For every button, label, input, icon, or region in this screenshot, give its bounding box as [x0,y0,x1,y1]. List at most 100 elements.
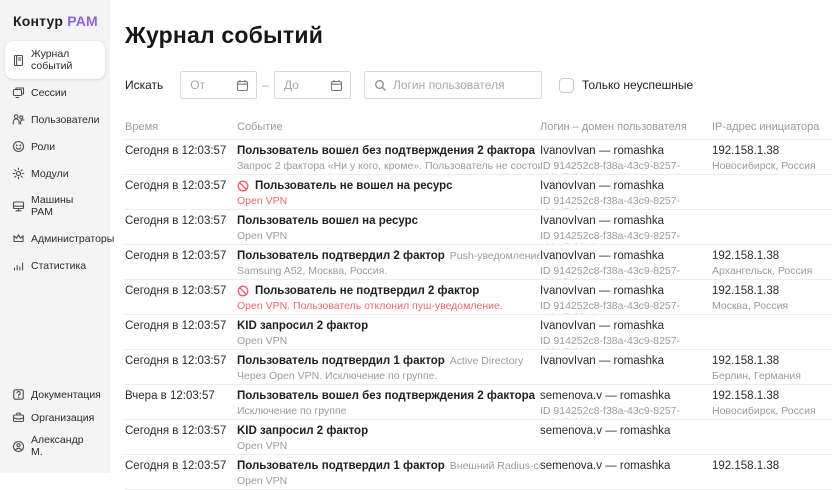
only-failed-label: Только неуспешные [582,78,693,92]
user-id: ID 914252c8-f38a-43c9-8257-3bbcff7fd5d8 [540,335,702,349]
date-from-input[interactable]: От [180,71,257,99]
sessions-icon [12,86,25,99]
table-row[interactable]: Сегодня в 12:03:57 Пользователь вошел на… [125,210,832,245]
sidebar-item-label: Статистика [31,260,86,272]
docs-icon [12,388,25,401]
event-time: Сегодня в 12:03:57 [125,425,227,437]
login-search-input[interactable] [393,78,548,92]
table-row[interactable]: Вчера в 12:03:57 Пользователь вошел без … [125,385,832,420]
event-title: Пользователь вошел без подтверждения 2 ф… [237,145,535,158]
failed-icon [237,285,249,297]
table-row[interactable]: Сегодня в 12:03:57 Пользователь подтверд… [125,350,832,385]
sidebar-item-roles[interactable]: Роли [5,133,105,160]
sidebar-footer-item-docs[interactable]: Документация [5,383,105,406]
table-row[interactable]: Сегодня в 12:03:57 Пользователь не подтв… [125,280,832,315]
calendar-icon[interactable] [236,79,249,92]
sidebar-item-stats[interactable]: Статистика [5,252,105,279]
initiator-location: Берлин, Германия [712,370,822,382]
sidebar-footer: Документация Организация Александр М. [0,383,110,473]
main-content: Журнал событий Искать От – До [110,0,840,473]
sidebar-item-label: Сессии [31,87,67,99]
table-header: Время Событие Логин – домен пользователя… [125,114,832,140]
date-range-separator: – [262,78,269,92]
initiator-ip: 192.158.1.38 [712,390,822,403]
sidebar-footer-item-organization[interactable]: Организация [5,406,105,429]
calendar-icon[interactable] [330,79,343,92]
sidebar-item-label: Модули [31,168,69,180]
event-title: Пользователь подтвердил 1 факторActive D… [237,355,523,368]
event-title-suffix: Active Directory [450,355,524,367]
event-title-suffix: Push-уведомление [450,250,540,262]
user-login-domain: IvanovIvan — romashka [540,180,702,193]
event-time: Сегодня в 12:03:57 [125,285,227,297]
search-label: Искать [125,78,163,92]
sidebar-item-users[interactable]: Пользователи [5,106,105,133]
user-login-domain: IvanovIvan — romashka [540,250,702,263]
sidebar-item-label: Организация [31,412,94,424]
table-row[interactable]: Сегодня в 12:03:57 Пользователь не вошел… [125,175,832,210]
table-row[interactable]: Сегодня в 12:03:57 KID запросил 2 фактор… [125,420,832,455]
user-id: ID 914252c8-f38a-43c9-8257-3bbcff7fd5d8 [540,300,702,314]
user-id: ID 914252c8-f38a-43c9-8257-3bbcff7fd5d8 [540,195,702,209]
sidebar-item-machines[interactable]: Машины PAM [5,187,105,225]
sidebar-item-label: Роли [31,141,55,153]
sidebar-footer-item-profile[interactable]: Александр М. [5,429,105,463]
event-details: Open VPN [237,195,530,207]
table-row[interactable]: Сегодня в 12:03:57 KID запросил 2 фактор… [125,315,832,350]
event-time: Сегодня в 12:03:57 [125,145,227,157]
sidebar-item-modules[interactable]: Модули [5,160,105,187]
user-id: ID 914252c8-f38a-43c9-8257-3bbcff7fd5d8 [540,160,702,174]
event-title: Пользователь вошел без подтверждения 2 ф… [237,390,535,403]
sidebar: Контур PAM Журнал событий Сессии Пользоват… [0,0,110,473]
table-row[interactable]: Сегодня в 12:03:57 Пользователь вошел бе… [125,140,832,175]
column-header-time: Время [125,121,237,133]
initiator-ip: 192.158.1.38 [712,285,822,298]
event-title-suffix: Внешний Radius-сервер [450,460,540,472]
user-login-domain: IvanovIvan — romashka [540,285,702,298]
brand-product: PAM [67,13,98,29]
organization-icon [12,411,25,424]
brand-name: Контур [13,13,63,29]
event-time: Вчера в 12:03:57 [125,390,227,402]
table-row[interactable]: Сегодня в 12:03:57 Пользователь подтверд… [125,245,832,280]
event-details: Запрос 2 фактора «Ни у кого, кроме». Пол… [237,160,530,172]
only-failed-checkbox[interactable] [559,78,574,93]
user-login-domain: semenova.v — romashka [540,390,702,403]
filters-bar: Искать От – До [125,71,832,99]
event-time: Сегодня в 12:03:57 [125,215,227,227]
login-search-field[interactable] [364,71,542,99]
admins-icon [12,232,25,245]
sidebar-item-admins[interactable]: Администраторы [5,225,105,252]
initiator-ip: 192.158.1.38 [712,250,822,263]
app-logo: Контур PAM [0,0,110,41]
event-details: Исключение по группе [237,405,530,417]
date-to-placeholder: До [284,78,330,92]
event-time: Сегодня в 12:03:57 [125,355,227,367]
user-id: ID 914252c8-f38a-43c9-8257-3bbcff7fd5d8 [540,405,702,419]
initiator-ip: 192.158.1.38 [712,355,822,368]
column-header-event: Событие [237,121,540,133]
user-login-domain: semenova.v — romashka [540,460,702,473]
journal-icon [12,54,25,67]
user-id: ID 914252c8-f38a-43c9-8257-3bbcff7fd5d8 [540,230,702,244]
sidebar-item-sessions[interactable]: Сессии [5,79,105,106]
date-from-placeholder: От [190,78,236,92]
date-to-input[interactable]: До [274,71,351,99]
only-failed-filter[interactable]: Только неуспешные [559,78,693,93]
user-login-domain: IvanovIvan — romashka [540,320,702,333]
event-details: Через Open VPN. Исключение по группе. [237,370,530,382]
users-icon [12,113,25,126]
sidebar-item-journal[interactable]: Журнал событий [5,41,105,79]
event-details: Open VPN [237,440,530,452]
event-title: KID запросил 2 фактор [237,425,368,438]
table-body: Сегодня в 12:03:57 Пользователь вошел бе… [125,140,832,490]
sidebar-item-label: Журнал событий [31,48,98,72]
event-details: Open VPN [237,335,530,347]
machines-icon [12,200,25,213]
user-login-domain: semenova.v — romashka [540,425,702,438]
user-login-domain: IvanovIvan — romashka [540,145,702,158]
failed-icon [237,180,249,192]
column-header-ip: IP-адрес инициатора [712,121,832,133]
event-time: Сегодня в 12:03:57 [125,320,227,332]
initiator-ip: 192.158.1.38 [712,460,822,473]
